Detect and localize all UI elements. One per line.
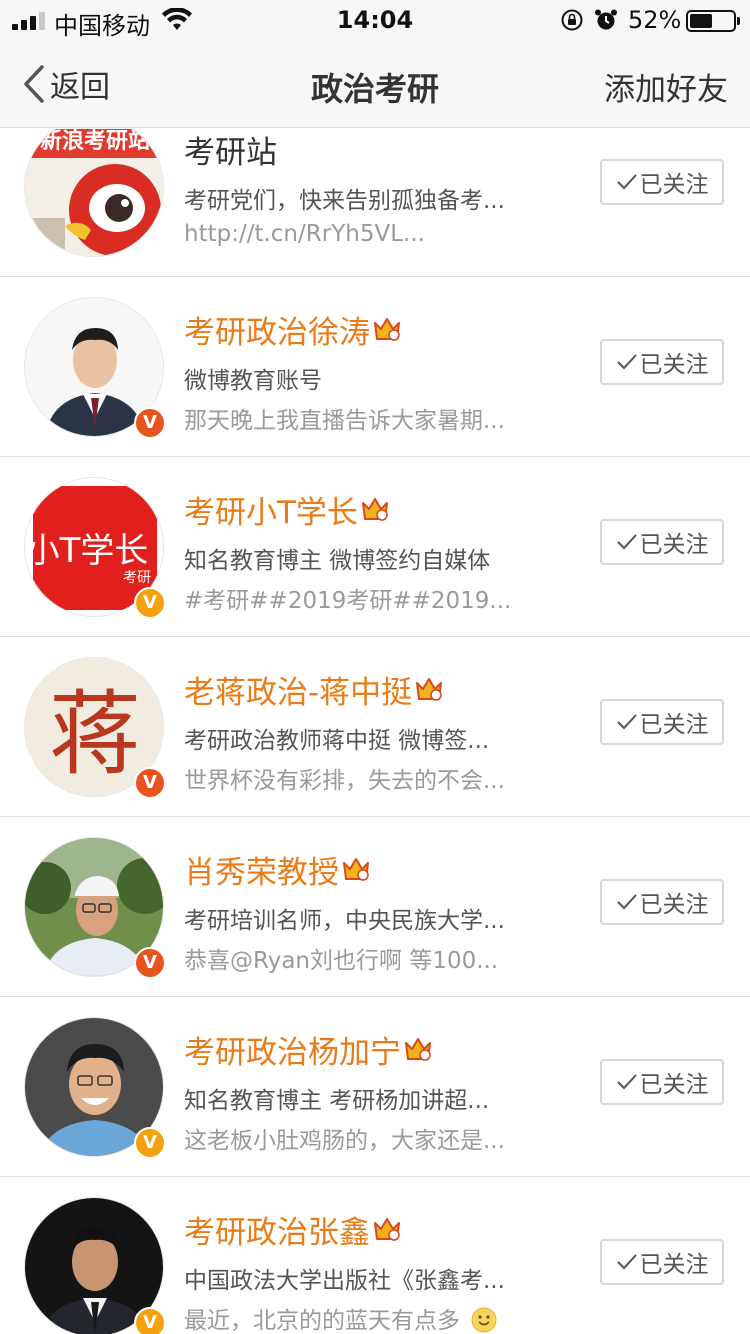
account-description: 考研党们，快来告别孤独备考...	[184, 188, 505, 214]
verified-badge: V	[134, 1127, 166, 1159]
svg-text:蒋: 蒋	[49, 681, 141, 788]
list-item[interactable]: 新浪考研站 考研站 考研党们，快来告别孤独备考... http://t.cn/R…	[0, 129, 750, 277]
check-icon	[616, 534, 637, 550]
followed-label: 已关注	[639, 532, 709, 558]
account-description: 知名教育博主 微博签约自媒体	[184, 548, 491, 574]
orientation-lock-icon	[561, 9, 583, 31]
account-description: 知名教育博主 考研杨加讲超...	[184, 1088, 490, 1114]
check-icon	[616, 1074, 637, 1090]
status-bar: 中国移动 14:04 52%	[0, 0, 750, 40]
check-icon	[616, 354, 637, 370]
vip-crown-icon	[374, 1218, 400, 1241]
followed-label: 已关注	[639, 1072, 709, 1098]
followed-button[interactable]: 已关注	[600, 1059, 724, 1105]
verified-badge: V	[134, 407, 166, 439]
account-name[interactable]: 考研政治杨加宁	[184, 1027, 401, 1072]
list-item[interactable]: 蒋 V 老蒋政治-蒋中挺 考研政治教师蒋中挺 微博签... 世界杯没有彩排，失去…	[0, 637, 750, 817]
latest-post: http://t.cn/RrYh5VL...	[184, 221, 425, 247]
latest-post: 这老板小肚鸡肠的，大家还是...	[184, 1128, 505, 1154]
vip-crown-icon	[405, 1038, 431, 1061]
check-icon	[616, 714, 637, 730]
avatar[interactable]: 新浪考研站	[24, 129, 164, 257]
battery-percent: 52%	[628, 6, 682, 34]
verified-badge: V	[134, 587, 166, 619]
followed-label: 已关注	[639, 172, 709, 198]
battery-icon	[686, 10, 740, 32]
vip-crown-icon	[416, 678, 443, 701]
account-description: 微博教育账号	[184, 368, 322, 394]
check-icon	[616, 1254, 637, 1270]
followed-accounts-list[interactable]: 新浪考研站 考研站 考研党们，快来告别孤独备考... http://t.cn/R…	[0, 129, 750, 1334]
list-item[interactable]: V 考研政治杨加宁 知名教育博主 考研杨加讲超... 这老板小肚鸡肠的，大家还是…	[0, 997, 750, 1177]
followed-label: 已关注	[639, 892, 709, 918]
vip-crown-icon	[361, 498, 388, 521]
account-name[interactable]: 考研政治张鑫	[184, 1207, 370, 1252]
account-name[interactable]: 考研小T学长	[184, 487, 358, 532]
latest-post: #考研##2019考研##2019...	[184, 588, 512, 614]
list-item[interactable]: V 考研政治徐涛 微博教育账号 那天晚上我直播告诉大家暑期... 已关注	[0, 277, 750, 457]
latest-post: 那天晚上我直播告诉大家暑期...	[184, 408, 505, 434]
followed-button[interactable]: 已关注	[600, 519, 724, 565]
latest-post: 恭喜@Ryan刘也行啊 等100...	[184, 948, 499, 974]
svg-text:新浪考研站: 新浪考研站	[40, 129, 150, 154]
followed-button[interactable]: 已关注	[600, 1239, 724, 1285]
followed-button[interactable]: 已关注	[600, 699, 724, 745]
latest-post: 世界杯没有彩排，失去的不会...	[184, 768, 505, 794]
list-item[interactable]: V 肖秀荣教授 考研培训名师，中央民族大学... 恭喜@Ryan刘也行啊 等10…	[0, 817, 750, 997]
account-description: 考研培训名师，中央民族大学...	[184, 908, 505, 934]
followed-button[interactable]: 已关注	[600, 159, 724, 205]
chevron-left-icon	[24, 65, 44, 103]
followed-label: 已关注	[639, 1252, 709, 1278]
check-icon	[616, 894, 637, 910]
account-description: 考研政治教师蒋中挺 微博签...	[184, 728, 490, 754]
vip-crown-icon	[374, 318, 400, 341]
navigation-bar: 返回 政治考研 添加好友	[0, 40, 750, 128]
verified-badge: V	[134, 1307, 166, 1334]
latest-post-text: 最近，北京的的蓝天有点多	[184, 1308, 460, 1334]
vip-crown-icon	[343, 858, 369, 881]
list-item[interactable]: 小T学长 考研 V 考研小T学长 知名教育博主 微博签约自媒体 #考研##201…	[0, 457, 750, 637]
account-name[interactable]: 考研政治徐涛	[184, 307, 370, 352]
svg-text:考研: 考研	[123, 570, 151, 586]
account-name[interactable]: 考研站	[184, 129, 277, 172]
back-label: 返回	[50, 70, 110, 105]
alarm-icon	[595, 9, 617, 30]
check-icon	[616, 174, 637, 190]
account-description: 中国政法大学出版社《张鑫考...	[184, 1268, 505, 1294]
followed-button[interactable]: 已关注	[600, 339, 724, 385]
followed-label: 已关注	[639, 712, 709, 738]
list-item[interactable]: V 考研政治张鑫 中国政法大学出版社《张鑫考... 最近，北京的的蓝天有点多 已…	[0, 1177, 750, 1334]
account-name[interactable]: 老蒋政治-蒋中挺	[184, 667, 412, 712]
followed-label: 已关注	[639, 352, 709, 378]
followed-button[interactable]: 已关注	[600, 879, 724, 925]
account-name[interactable]: 肖秀荣教授	[184, 847, 339, 892]
verified-badge: V	[134, 947, 166, 979]
verified-badge: V	[134, 767, 166, 799]
smile-emoji-icon	[471, 1307, 497, 1333]
svg-text:小T学长: 小T学长	[26, 531, 149, 571]
latest-post: 最近，北京的的蓝天有点多	[184, 1301, 497, 1334]
add-friend-button[interactable]: 添加好友	[604, 64, 728, 109]
back-button[interactable]: 返回	[20, 62, 110, 106]
